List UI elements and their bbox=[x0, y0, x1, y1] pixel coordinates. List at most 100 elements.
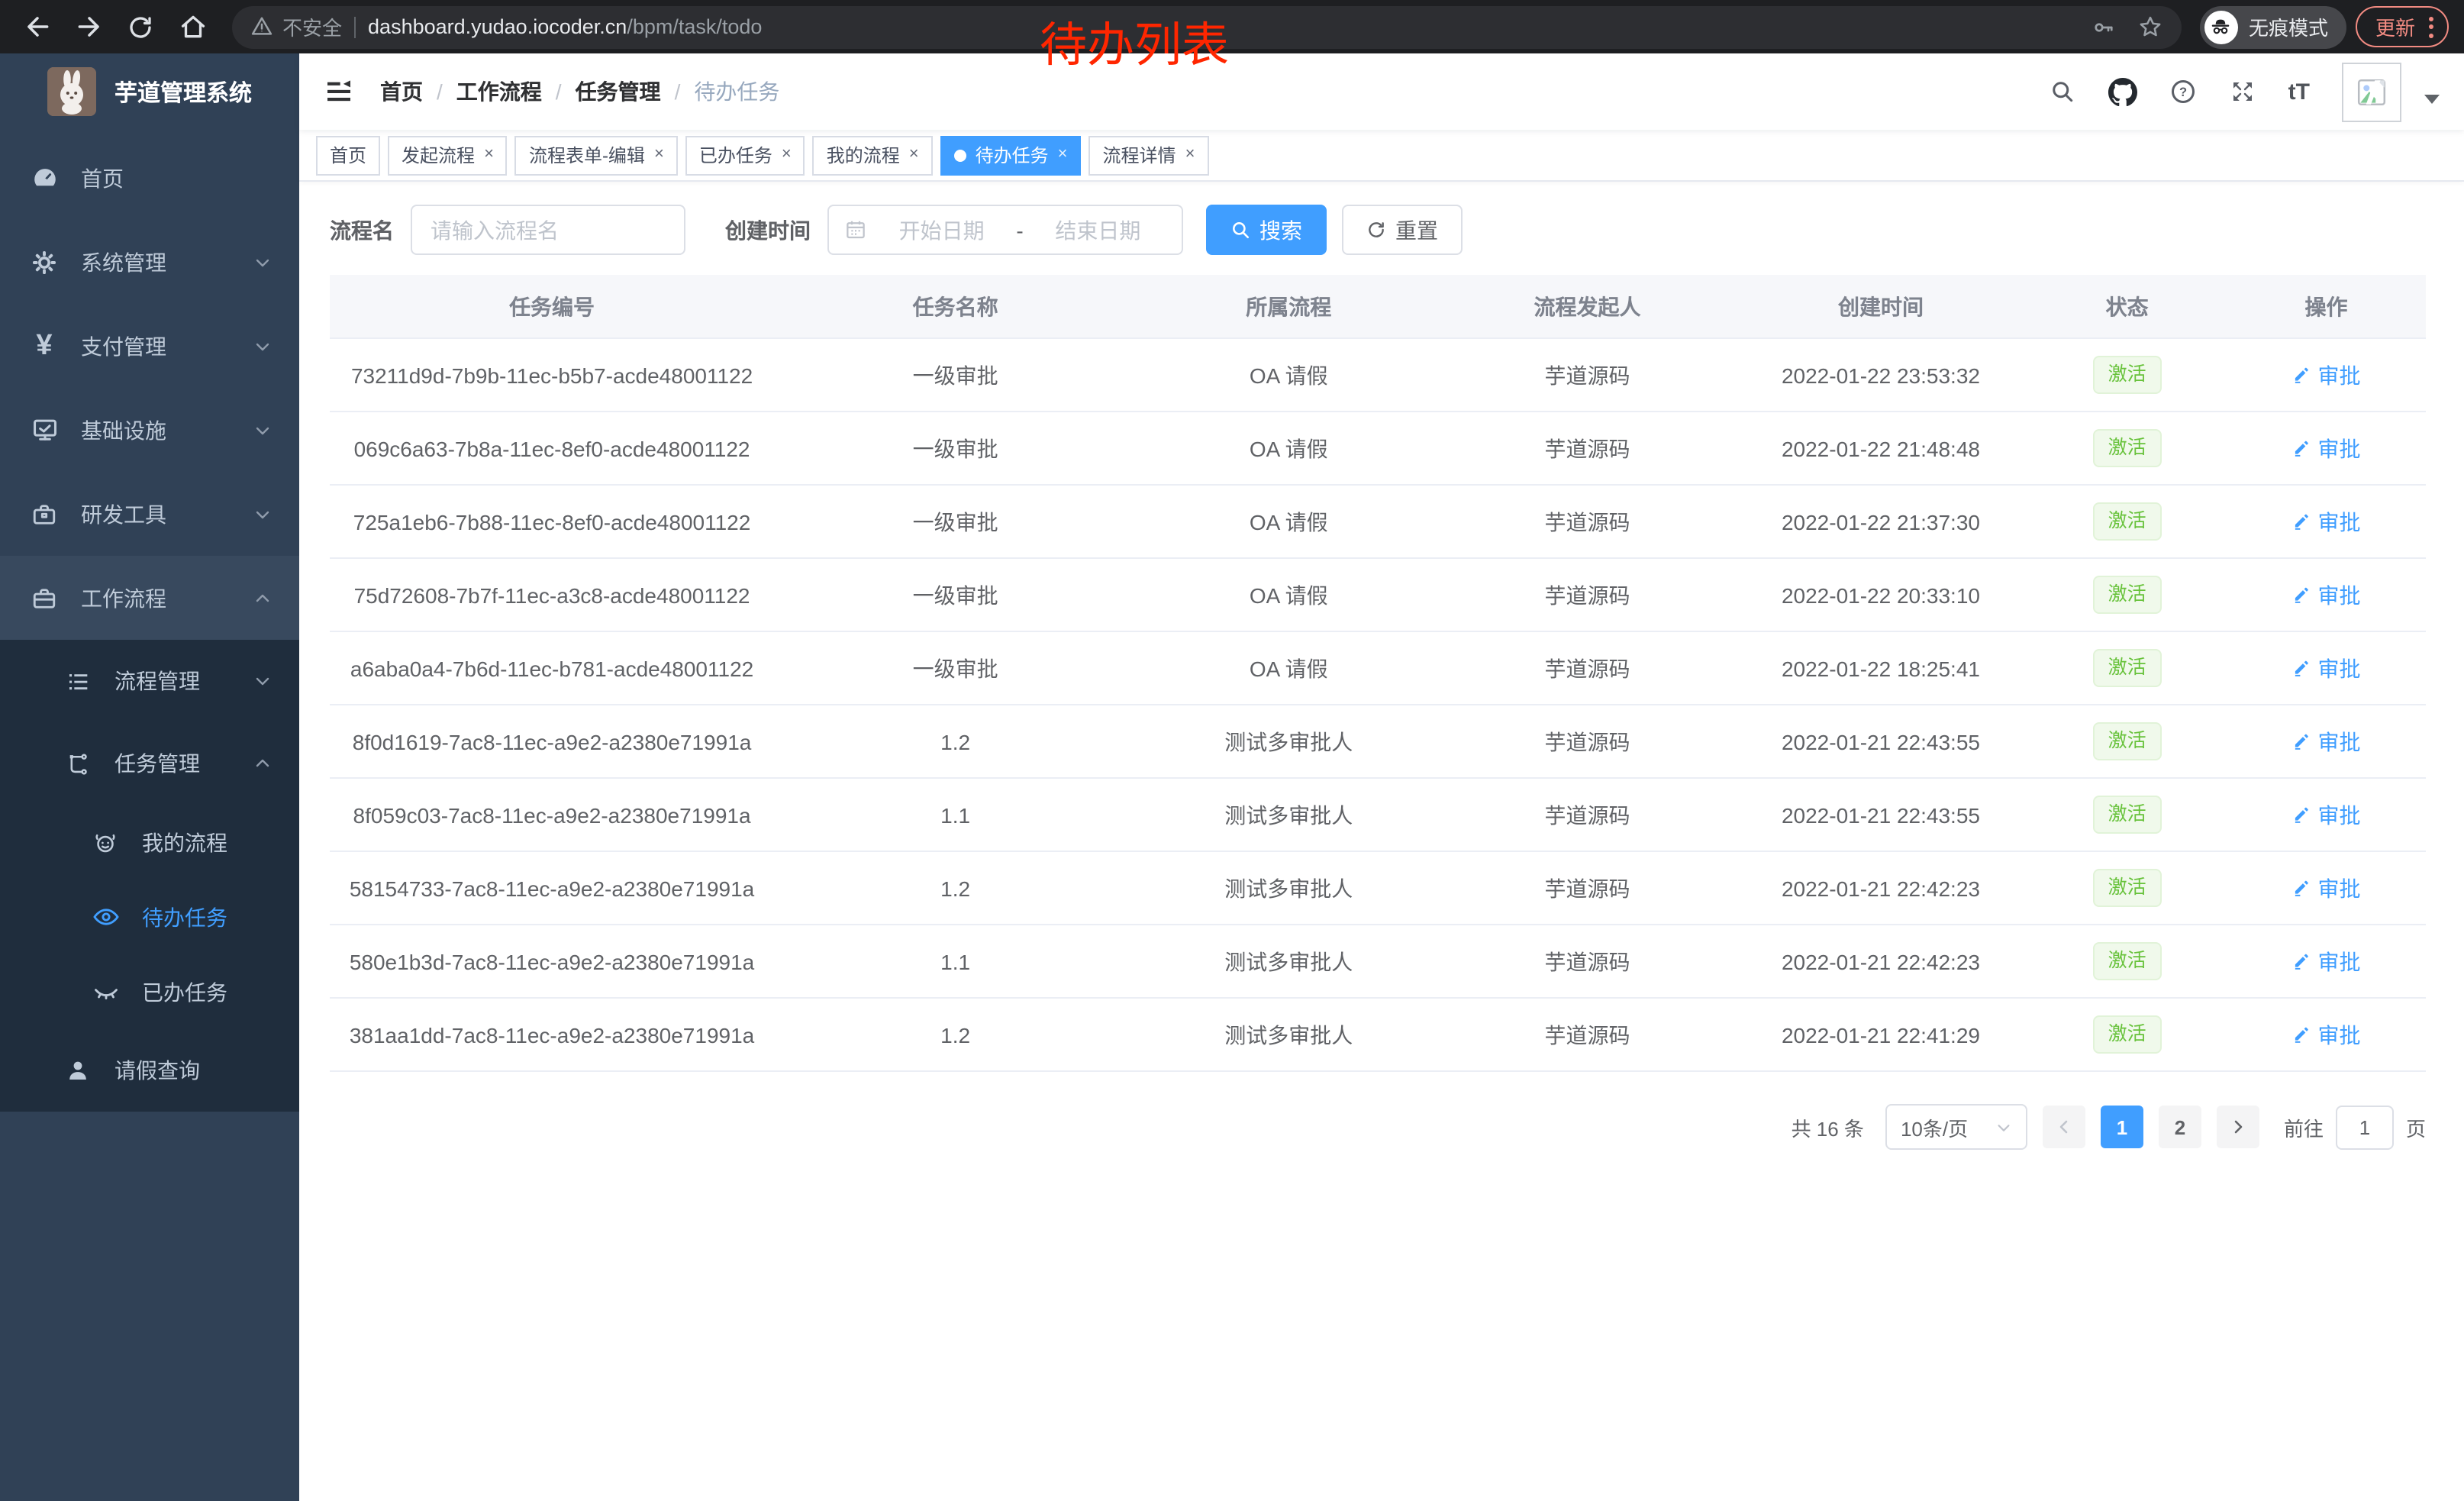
sidebar-item-my-process[interactable]: 我的流程 bbox=[0, 805, 299, 880]
sidebar-item-done-tasks[interactable]: 已办任务 bbox=[0, 954, 299, 1029]
cell-task-name: 一级审批 bbox=[774, 558, 1137, 631]
sidebar-item-label: 我的流程 bbox=[142, 827, 227, 857]
fullscreen-icon[interactable] bbox=[2229, 78, 2256, 105]
tags-view: 首页 发起流程 × 流程表单-编辑 × bbox=[299, 130, 2464, 182]
next-page-button[interactable] bbox=[2217, 1106, 2259, 1148]
prev-page-button[interactable] bbox=[2043, 1106, 2085, 1148]
cell-task-name: 1.2 bbox=[774, 705, 1137, 778]
bookmark-star-icon[interactable] bbox=[2137, 14, 2163, 40]
process-name-input[interactable] bbox=[411, 205, 685, 255]
warning-icon bbox=[250, 15, 273, 38]
close-icon[interactable]: × bbox=[1058, 147, 1068, 163]
table-row: 725a1eb6-7b88-11ec-8ef0-acde48001122 一级审… bbox=[330, 485, 2426, 558]
browser-menu-icon[interactable] bbox=[2429, 16, 2433, 37]
goto-label: 前往 bbox=[2284, 1112, 2324, 1141]
approve-button[interactable]: 审批 bbox=[2292, 726, 2361, 757]
approve-button[interactable]: 审批 bbox=[2292, 799, 2361, 830]
cell-task-id: 580e1b3d-7ac8-11ec-a9e2-a2380e71991a bbox=[330, 925, 774, 998]
view-tab[interactable]: 流程详情 × bbox=[1089, 135, 1209, 175]
sidebar-item-system[interactable]: 系统管理 bbox=[0, 220, 299, 304]
chevron-down-icon bbox=[253, 505, 272, 523]
approve-button[interactable]: 审批 bbox=[2292, 1019, 2361, 1050]
close-icon[interactable]: × bbox=[909, 147, 919, 163]
page-size-value: 10条/页 bbox=[1901, 1112, 1968, 1141]
approve-button[interactable]: 审批 bbox=[2292, 360, 2361, 390]
reset-button[interactable]: 重置 bbox=[1342, 205, 1463, 255]
github-icon[interactable] bbox=[2108, 77, 2137, 106]
active-dot bbox=[954, 149, 966, 161]
cell-actions: 审批 bbox=[2227, 558, 2426, 631]
app-logo[interactable]: 芋道管理系统 bbox=[0, 53, 299, 130]
page-1-button[interactable]: 1 bbox=[2101, 1106, 2143, 1148]
password-key-icon[interactable] bbox=[2091, 15, 2116, 39]
breadcrumb-home[interactable]: 首页 bbox=[380, 76, 423, 107]
help-icon[interactable]: ? bbox=[2169, 78, 2197, 105]
cell-created: 2022-01-21 22:41:29 bbox=[1734, 998, 2027, 1071]
view-tab[interactable]: 发起流程 × bbox=[388, 135, 508, 175]
sidebar-item-home[interactable]: 首页 bbox=[0, 136, 299, 220]
browser-update-button[interactable]: 更新 bbox=[2356, 6, 2449, 47]
sidebar-item-task-mgmt[interactable]: 任务管理 bbox=[0, 722, 299, 805]
view-tab[interactable]: 我的流程 × bbox=[813, 135, 933, 175]
reload-icon[interactable] bbox=[119, 5, 162, 48]
view-tab[interactable]: 流程表单-编辑 × bbox=[515, 135, 678, 175]
sidebar-item-payment[interactable]: ¥ 支付管理 bbox=[0, 304, 299, 388]
goto-page-input[interactable] bbox=[2336, 1105, 2394, 1149]
breadcrumb-task-mgmt[interactable]: 任务管理 bbox=[576, 76, 661, 107]
close-icon[interactable]: × bbox=[782, 147, 792, 163]
avatar-caret-icon[interactable] bbox=[2424, 95, 2440, 104]
font-size-icon[interactable]: tT bbox=[2288, 79, 2310, 105]
search-icon[interactable] bbox=[2049, 78, 2076, 105]
view-tab[interactable]: 待办任务 × bbox=[940, 135, 1082, 175]
sidebar-collapse-icon[interactable] bbox=[324, 76, 354, 107]
app-title: 芋道管理系统 bbox=[114, 76, 252, 108]
breadcrumb-workflow[interactable]: 工作流程 bbox=[456, 76, 542, 107]
col-task-name: 任务名称 bbox=[774, 275, 1137, 338]
home-icon[interactable] bbox=[171, 5, 214, 48]
approve-button[interactable]: 审批 bbox=[2292, 873, 2361, 903]
sidebar-item-label: 研发工具 bbox=[81, 499, 166, 529]
cell-status: 激活 bbox=[2027, 705, 2227, 778]
sidebar-item-todo-tasks[interactable]: 待办任务 bbox=[0, 880, 299, 954]
cell-status: 激活 bbox=[2027, 412, 2227, 485]
forward-icon[interactable] bbox=[67, 5, 110, 48]
approve-button[interactable]: 审批 bbox=[2292, 433, 2361, 463]
close-icon[interactable]: × bbox=[654, 147, 664, 163]
close-icon[interactable]: × bbox=[1185, 147, 1195, 163]
approve-button[interactable]: 审批 bbox=[2292, 653, 2361, 683]
cell-process: 测试多审批人 bbox=[1137, 925, 1440, 998]
approve-button[interactable]: 审批 bbox=[2292, 579, 2361, 610]
col-actions: 操作 bbox=[2227, 275, 2426, 338]
cell-status: 激活 bbox=[2027, 778, 2227, 851]
table-row: 8f059c03-7ac8-11ec-a9e2-a2380e71991a 1.1… bbox=[330, 778, 2426, 851]
avatar[interactable] bbox=[2342, 62, 2401, 121]
cell-task-name: 1.2 bbox=[774, 998, 1137, 1071]
update-label: 更新 bbox=[2375, 12, 2415, 41]
sidebar-item-leave-query[interactable]: 请假查询 bbox=[0, 1029, 299, 1112]
cell-actions: 审批 bbox=[2227, 338, 2426, 412]
view-tab[interactable]: 已办任务 × bbox=[685, 135, 805, 175]
sidebar-item-devtools[interactable]: 研发工具 bbox=[0, 472, 299, 556]
site-security[interactable]: 不安全 bbox=[250, 12, 342, 41]
cell-task-name: 一级审批 bbox=[774, 631, 1137, 705]
briefcase-icon bbox=[26, 584, 63, 612]
approve-label: 审批 bbox=[2318, 433, 2361, 463]
page-size-select[interactable]: 10条/页 bbox=[1885, 1104, 2027, 1150]
close-icon[interactable]: × bbox=[484, 147, 494, 163]
page-2-button[interactable]: 2 bbox=[2159, 1106, 2201, 1148]
approve-button[interactable]: 审批 bbox=[2292, 506, 2361, 537]
page-content: 流程名 创建时间 开始日期 - 结束日期 搜索 重 bbox=[299, 182, 2464, 1501]
sidebar-item-infrastructure[interactable]: 基础设施 bbox=[0, 388, 299, 472]
cell-initiator: 芋道源码 bbox=[1440, 778, 1734, 851]
sidebar-item-process-mgmt[interactable]: 流程管理 bbox=[0, 640, 299, 722]
date-range-picker[interactable]: 开始日期 - 结束日期 bbox=[827, 205, 1183, 255]
sidebar-item-workflow[interactable]: 工作流程 bbox=[0, 556, 299, 640]
cell-created: 2022-01-22 21:48:48 bbox=[1734, 412, 2027, 485]
search-button[interactable]: 搜索 bbox=[1206, 205, 1327, 255]
back-icon[interactable] bbox=[15, 5, 58, 48]
address-bar[interactable]: 不安全 dashboard.yudao.iocoder.cn/bpm/task/… bbox=[232, 5, 2182, 48]
cell-created: 2022-01-21 22:42:23 bbox=[1734, 925, 2027, 998]
cell-actions: 审批 bbox=[2227, 998, 2426, 1071]
view-tab[interactable]: 首页 bbox=[316, 135, 380, 175]
approve-button[interactable]: 审批 bbox=[2292, 946, 2361, 976]
